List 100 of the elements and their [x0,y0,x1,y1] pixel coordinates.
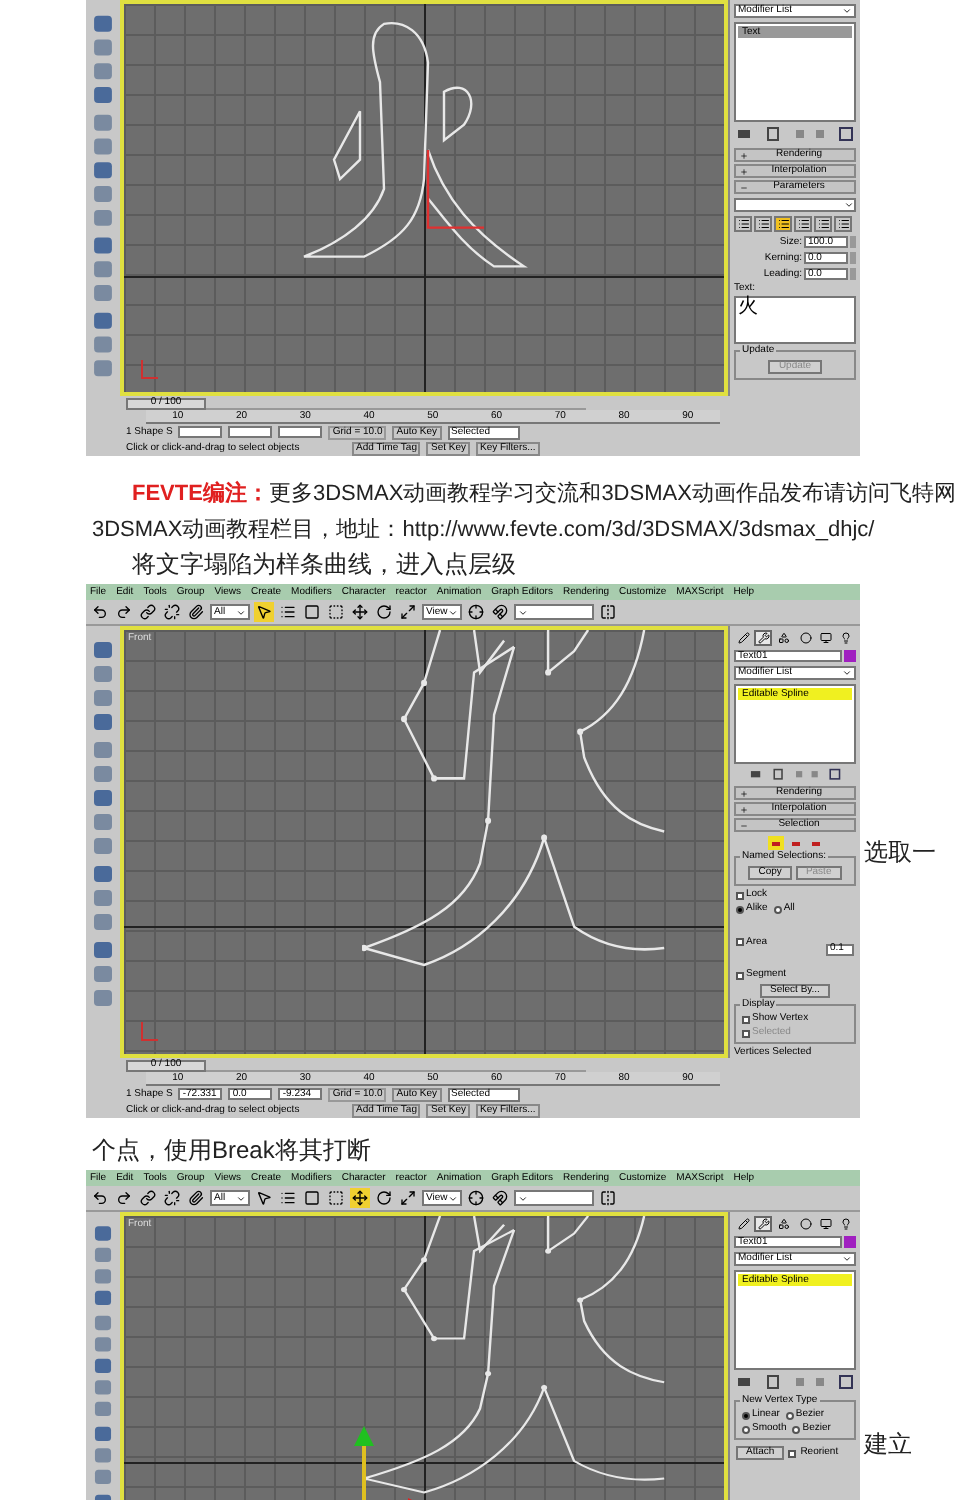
viewport[interactable] [120,0,728,396]
command-tab[interactable] [734,1216,752,1232]
command-tab[interactable] [796,630,815,646]
caret-icon [842,6,852,16]
lightbulb-icon [840,1218,853,1230]
command-tab[interactable] [817,1216,836,1232]
checkbox[interactable] [788,1449,797,1457]
toolbar-button[interactable] [114,602,134,622]
radio-button[interactable] [742,1425,750,1433]
toolbar-button[interactable] [466,1188,486,1208]
undo-icon [92,1190,108,1206]
stack-tools-drawing[interactable] [736,126,856,142]
checkbox[interactable] [742,1015,750,1023]
toolbar-button[interactable] [90,1188,110,1208]
magnet-icon [492,1190,508,1206]
font-dropdown[interactable] [734,198,856,212]
link-icon [140,1190,156,1206]
editor-note: FEVTE编注：更多3DSMAX动画教程学习交流和3DSMAX动画作品发布请访问飞特网3DSMAX动画教程栏目，地址：http://www.fevte.com/3d/3DSMAX/3dsmax_dhjc/ [90,479,958,546]
step-text: 建立 [864,1428,912,1462]
input-field[interactable] [178,426,223,438]
scale-icon [400,1190,416,1206]
link-icon [140,604,156,620]
radio-button[interactable] [785,1411,794,1419]
sub-object-level-icon[interactable] [767,836,783,850]
toolbar-button[interactable] [374,602,394,622]
checkbox[interactable] [736,971,744,979]
toolbar-button[interactable] [114,1188,134,1208]
mirror-icon [600,1190,616,1206]
toolbar-button[interactable] [490,1188,510,1208]
toolbar-button[interactable] [186,1188,206,1208]
axis-icon [140,1022,160,1042]
pencil-icon [737,1218,749,1230]
toolbar-button[interactable] [138,1188,158,1208]
radio-button[interactable] [736,905,744,913]
color-swatch[interactable] [844,650,856,662]
radio-button[interactable] [773,905,782,913]
wrench-icon [757,1218,770,1230]
toolbar-button[interactable] [598,1188,618,1208]
command-tab[interactable] [796,1216,815,1232]
sub-object-level-icon[interactable] [787,836,803,850]
toolbar-button[interactable] [598,602,618,622]
toolbar-button[interactable] [490,602,510,622]
text-style-button[interactable] [754,216,772,232]
unlink-icon [164,604,180,620]
paperclip-icon [188,604,204,620]
text-area[interactable]: 火 [734,296,856,344]
square-icon [304,1190,320,1206]
shapes-icon [778,1218,791,1230]
command-tab[interactable] [754,1216,773,1232]
lines-icon [837,218,849,230]
command-tab[interactable] [837,630,856,646]
undo-icon [92,604,108,620]
list-icon [280,604,296,620]
radio-button[interactable] [792,1425,801,1433]
toolbar-button[interactable] [90,602,110,622]
toolbar-button[interactable] [398,602,418,622]
command-tab[interactable] [775,1216,794,1232]
text-style-button[interactable] [814,216,832,232]
checkbox[interactable] [736,891,744,899]
toolbar-button[interactable] [374,1188,394,1208]
circle-icon [799,1218,812,1230]
toolbar-button[interactable] [350,602,370,622]
command-tab[interactable] [837,1216,856,1232]
toolbar-button[interactable] [302,602,322,622]
input-field[interactable] [278,426,323,438]
color-swatch[interactable] [844,1236,856,1248]
toolbar-button[interactable] [186,602,206,622]
toolbar-button[interactable] [326,1188,346,1208]
pencil-icon [737,632,749,644]
toolbar-dropdown[interactable] [514,604,594,620]
toolbar-button[interactable] [398,1188,418,1208]
input-field[interactable] [228,426,273,438]
redo-icon [116,1190,132,1206]
text-style-button[interactable] [734,216,752,232]
caret-icon [842,1254,852,1264]
stack-tools-drawing[interactable] [736,1374,856,1390]
radio-button[interactable] [742,1411,750,1419]
command-tab[interactable] [817,630,836,646]
toolbar-button[interactable] [138,602,158,622]
toolbar-button[interactable] [326,602,346,622]
toolbar-button[interactable] [302,1188,322,1208]
toolbar-button[interactable] [254,1188,274,1208]
toolbar-button[interactable] [466,602,486,622]
lines-icon [777,218,789,230]
toolbar-dropdown[interactable] [514,1190,594,1206]
crosshair-icon [468,604,484,620]
toolbar-button[interactable] [162,602,182,622]
toolbar-button[interactable] [350,1188,370,1208]
checkbox[interactable] [736,938,744,946]
monitor-icon [820,632,833,644]
toolbar-button[interactable] [162,1188,182,1208]
command-tab[interactable] [754,630,773,646]
caret-icon [844,200,854,210]
text-style-button[interactable] [834,216,852,232]
text-style-button[interactable] [774,216,792,232]
command-tab[interactable] [775,630,794,646]
pointer-icon [256,1190,272,1206]
command-tab[interactable] [734,630,752,646]
text-style-button[interactable] [794,216,812,232]
toolbar-button[interactable] [254,602,274,622]
